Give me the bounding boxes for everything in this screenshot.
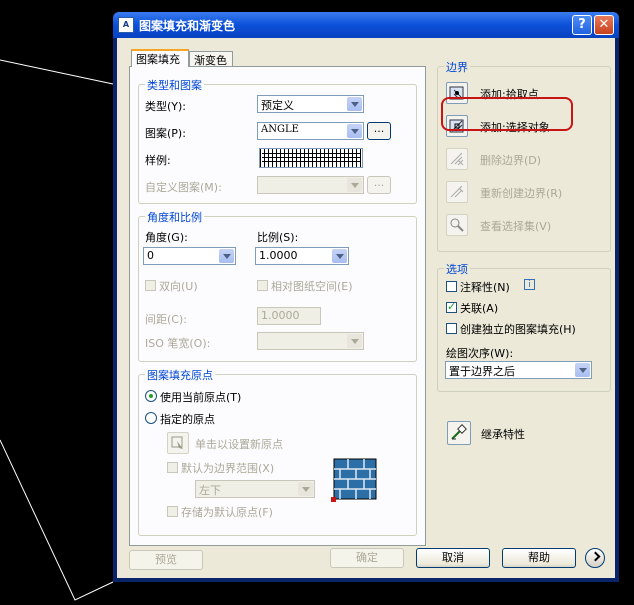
chevron-down-icon bbox=[347, 124, 362, 138]
chevron-down-icon bbox=[575, 363, 590, 377]
recreate-boundary-icon[interactable] bbox=[446, 181, 468, 203]
type-label: 类型(Y): bbox=[145, 100, 187, 113]
chevron-down-icon bbox=[219, 249, 234, 263]
dialog-title: 图案填充和渐变色 bbox=[139, 19, 236, 33]
boundary-group: 边界 添加:拾取点 添加:选择对象 删除边界(D) 重新创建边界(R) 查看选择… bbox=[437, 59, 611, 252]
brick-origin-preview-icon bbox=[331, 458, 377, 502]
click-set-origin-button[interactable] bbox=[167, 432, 189, 454]
preview-button[interactable]: 预览 bbox=[129, 550, 203, 570]
angle-scale-group: 角度和比例 角度(G): 0 比例(S): 1.0000 双向(U) 相对图纸空… bbox=[138, 209, 417, 362]
annotative-label: 注释性(N) bbox=[460, 281, 510, 294]
pattern-label: 图案(P): bbox=[145, 127, 186, 140]
draw-order-label: 绘图次序(W): bbox=[446, 347, 514, 360]
hatch-origin-group: 图案填充原点 使用当前原点(T) 指定的原点 单击以设置新原点 默认为边界范围(… bbox=[138, 367, 417, 536]
associative-label: 关联(A) bbox=[460, 302, 499, 315]
autocad-icon: A bbox=[118, 17, 134, 33]
select-objects-highlight bbox=[441, 97, 573, 131]
relative-paper-checkbox[interactable] bbox=[257, 280, 268, 291]
draw-order-select[interactable]: 置于边界之后 bbox=[445, 361, 592, 379]
spacing-input[interactable]: 1.0000 bbox=[257, 307, 321, 325]
angle-select[interactable]: 0 bbox=[143, 247, 236, 265]
default-extent-label: 默认为边界范围(X) bbox=[181, 462, 275, 475]
angle-label: 角度(G): bbox=[145, 231, 188, 244]
info-icon[interactable]: i bbox=[524, 279, 535, 290]
store-default-origin-label: 存储为默认原点(F) bbox=[181, 506, 273, 519]
pattern-select[interactable]: ANGLE bbox=[257, 122, 364, 140]
separate-hatches-checkbox[interactable] bbox=[446, 323, 457, 334]
hatch-origin-title: 图案填充原点 bbox=[145, 367, 215, 383]
hatch-tab-panel: 类型和图案 类型(Y): 预定义 图案(P): ANGLE ... 样例: 自定… bbox=[129, 66, 426, 546]
custom-pattern-label: 自定义图案(M): bbox=[145, 181, 222, 194]
cancel-button[interactable]: 取消 bbox=[416, 548, 490, 568]
associative-checkbox[interactable] bbox=[446, 300, 457, 313]
ok-button[interactable]: 确定 bbox=[330, 548, 404, 568]
boundary-recreate-label[interactable]: 重新创建边界(R) bbox=[480, 185, 562, 201]
draw-order-value: 置于边界之后 bbox=[449, 365, 515, 378]
pattern-browse-button[interactable]: ... bbox=[367, 122, 391, 140]
hatch-gradient-dialog: A 图案填充和渐变色 ? ✕ 图案填充 渐变色 类型和图案 类型(Y): 预定义… bbox=[113, 12, 619, 582]
remove-boundary-icon[interactable] bbox=[446, 148, 468, 170]
scale-select[interactable]: 1.0000 bbox=[255, 247, 349, 265]
dialog-client: 图案填充 渐变色 类型和图案 类型(Y): 预定义 图案(P): ANGLE .… bbox=[117, 38, 615, 578]
type-select[interactable]: 预定义 bbox=[257, 95, 364, 113]
use-current-origin-radio[interactable] bbox=[145, 390, 157, 402]
iso-pen-select[interactable] bbox=[257, 332, 364, 350]
pattern-swatch[interactable] bbox=[259, 148, 363, 168]
type-pattern-title: 类型和图案 bbox=[145, 77, 204, 93]
spacing-value: 1.0000 bbox=[261, 309, 300, 322]
title-help-button[interactable]: ? bbox=[572, 15, 592, 35]
relative-paper-label: 相对图纸空间(E) bbox=[271, 280, 353, 293]
chevron-down-icon bbox=[347, 178, 362, 192]
boundary-view-selection-label[interactable]: 查看选择集(V) bbox=[480, 218, 551, 234]
use-current-origin-label: 使用当前原点(T) bbox=[160, 391, 242, 404]
swatch-label: 样例: bbox=[145, 154, 171, 167]
specified-origin-radio[interactable] bbox=[145, 412, 157, 424]
more-options-button[interactable] bbox=[585, 548, 605, 568]
extent-position-select[interactable]: 左下 bbox=[195, 480, 315, 498]
angle-scale-title: 角度和比例 bbox=[145, 209, 204, 225]
click-set-origin-label: 单击以设置新原点 bbox=[195, 438, 283, 451]
help-button[interactable]: 帮助 bbox=[502, 548, 576, 568]
iso-pen-label: ISO 笔宽(O): bbox=[145, 337, 211, 350]
view-selection-icon[interactable] bbox=[446, 214, 468, 236]
inherit-brush-icon bbox=[451, 424, 467, 440]
chevron-down-icon bbox=[347, 334, 362, 348]
specified-origin-label: 指定的原点 bbox=[160, 413, 215, 426]
angle-value: 0 bbox=[147, 249, 154, 262]
boundary-remove-label[interactable]: 删除边界(D) bbox=[480, 152, 541, 168]
inherit-properties-button[interactable] bbox=[447, 421, 471, 445]
default-extent-checkbox[interactable] bbox=[167, 462, 178, 473]
set-origin-icon bbox=[171, 436, 183, 449]
scale-value: 1.0000 bbox=[259, 249, 298, 262]
double-checkbox[interactable] bbox=[145, 280, 156, 291]
options-title: 选项 bbox=[444, 261, 470, 277]
double-label: 双向(U) bbox=[159, 280, 198, 293]
custom-pattern-select[interactable] bbox=[257, 176, 364, 194]
type-pattern-group: 类型和图案 类型(Y): 预定义 图案(P): ANGLE ... 样例: 自定… bbox=[138, 77, 417, 204]
title-close-button[interactable]: ✕ bbox=[594, 15, 614, 35]
separate-hatches-label: 创建独立的图案填充(H) bbox=[460, 323, 576, 336]
store-default-origin-checkbox[interactable] bbox=[167, 506, 178, 517]
inherit-properties-label[interactable]: 继承特性 bbox=[481, 426, 525, 442]
chevron-down-icon bbox=[332, 249, 347, 263]
annotative-checkbox[interactable] bbox=[446, 281, 457, 292]
spacing-label: 间距(C): bbox=[145, 313, 187, 326]
options-group: 选项 注释性(N) i 关联(A) 创建独立的图案填充(H) 绘图次序(W): … bbox=[437, 261, 611, 392]
title-bar: A 图案填充和渐变色 ? ✕ bbox=[113, 12, 619, 38]
custom-browse-button[interactable]: ... bbox=[367, 176, 391, 194]
pattern-value: ANGLE bbox=[261, 124, 299, 135]
tab-hatch[interactable]: 图案填充 bbox=[131, 49, 189, 67]
chevron-down-icon bbox=[298, 482, 313, 496]
chevron-down-icon bbox=[347, 97, 362, 111]
type-value: 预定义 bbox=[261, 99, 294, 112]
scale-label: 比例(S): bbox=[257, 231, 299, 244]
extent-position-value: 左下 bbox=[199, 484, 221, 497]
boundary-title: 边界 bbox=[444, 59, 470, 75]
